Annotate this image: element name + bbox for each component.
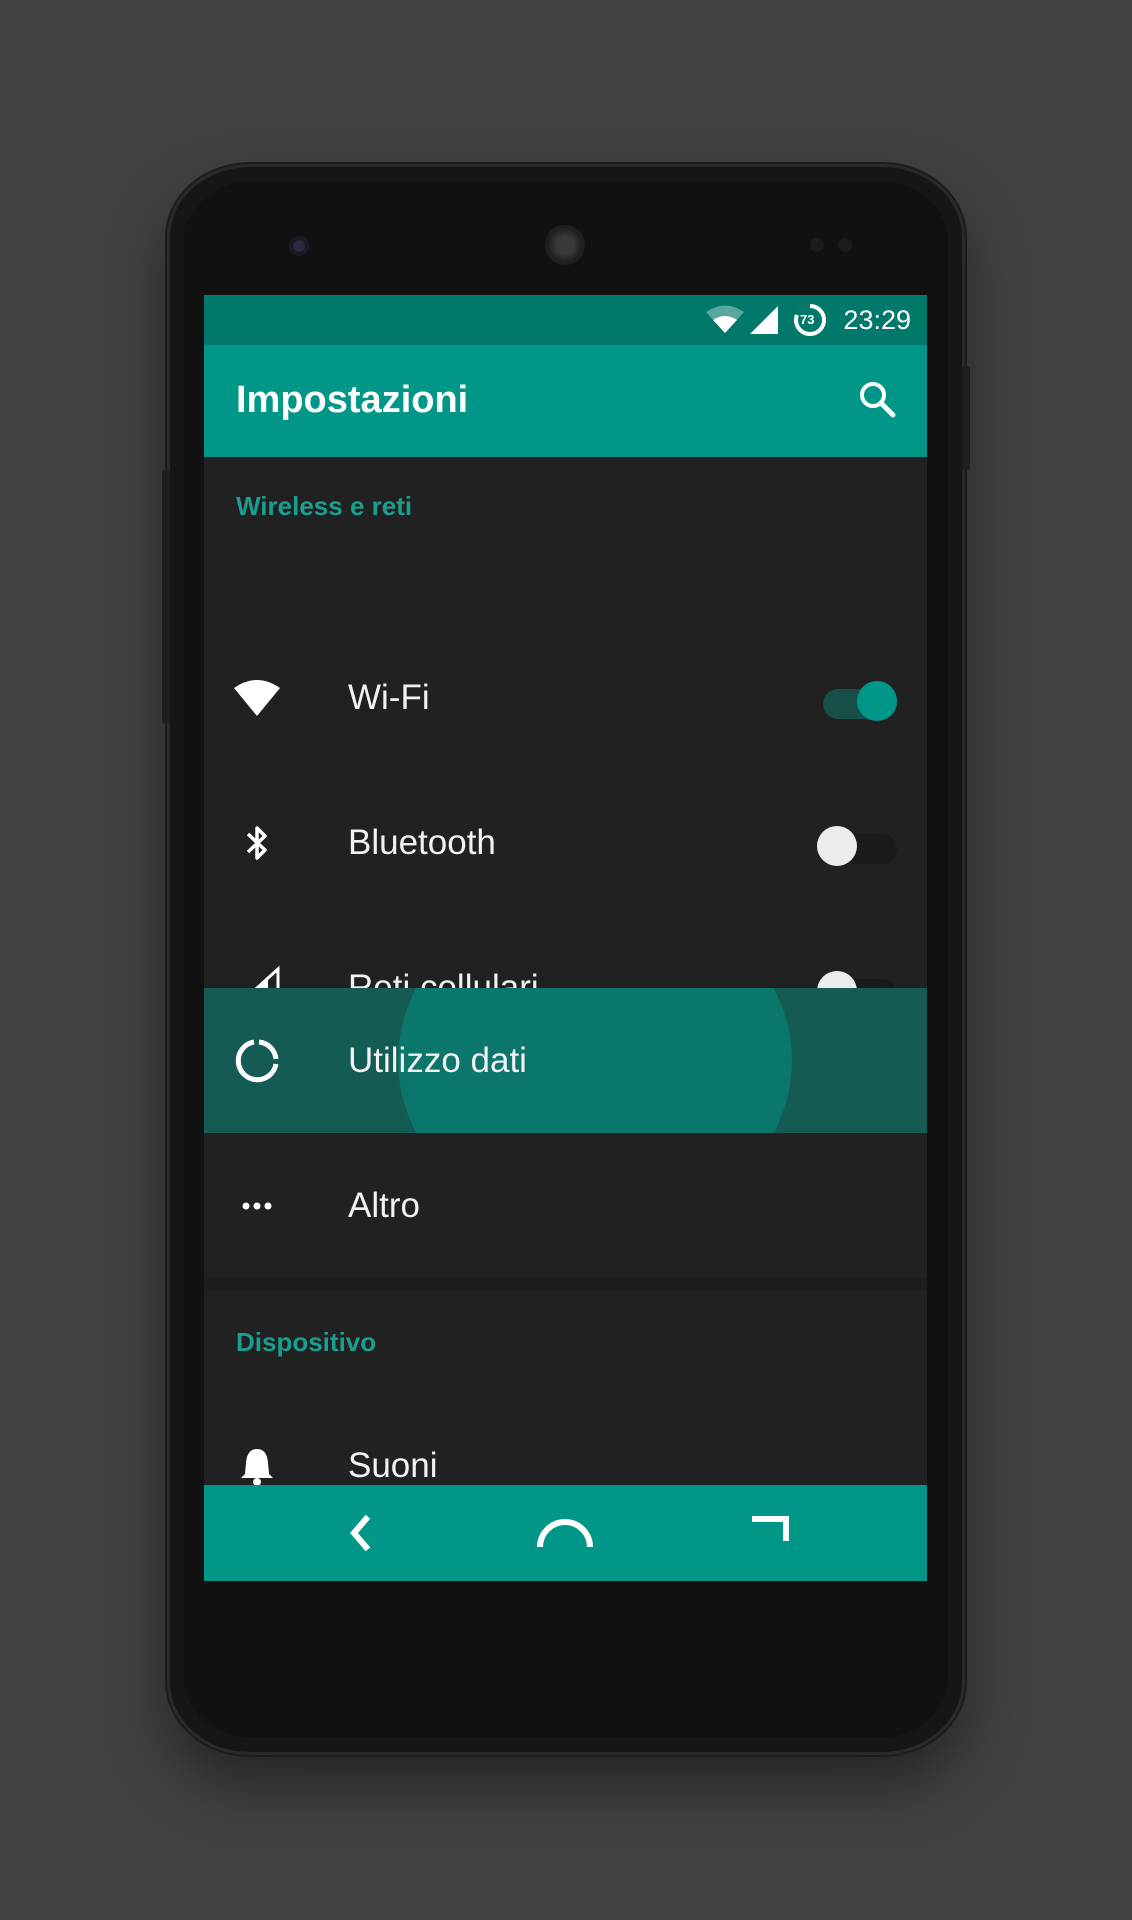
screen: 73 23:29 Impostazioni Wireless e reti Wi… (204, 295, 927, 1581)
bluetooth-icon (246, 825, 267, 860)
phone-side-button-left (162, 470, 170, 724)
search-button[interactable] (853, 375, 903, 425)
back-icon (350, 1514, 371, 1552)
home-button[interactable] (535, 1505, 595, 1561)
recents-button[interactable] (740, 1505, 800, 1561)
navigation-bar (204, 1485, 927, 1581)
recents-icon (752, 1516, 789, 1541)
phone-side-button-right (962, 366, 970, 470)
wifi-toggle[interactable] (817, 675, 897, 721)
toggle-thumb (817, 825, 857, 866)
earpiece-speaker (545, 225, 585, 265)
bell-icon (241, 1448, 273, 1486)
settings-item-label: Altro (348, 1185, 420, 1225)
settings-item-label: Bluetooth (348, 822, 496, 862)
settings-item-label: Wi-Fi (348, 677, 430, 717)
app-bar: Impostazioni (204, 345, 927, 457)
section-divider (204, 1278, 927, 1290)
settings-item-wifi[interactable]: Wi-Fi (204, 625, 927, 770)
status-bar: 73 23:29 (204, 295, 927, 345)
settings-item-more[interactable]: Altro (204, 1133, 927, 1278)
front-camera (289, 236, 309, 256)
settings-item-label: Suoni (348, 1445, 438, 1485)
section-header-wireless: Wireless e reti (236, 491, 413, 521)
settings-item-data-usage-pressed[interactable]: Utilizzo dati (204, 988, 927, 1133)
wifi-icon (234, 679, 280, 716)
more-dots-icon (242, 1202, 272, 1209)
battery-level: 73 (800, 312, 815, 327)
proximity-sensor (810, 238, 824, 252)
page-title: Impostazioni (236, 379, 469, 421)
status-time: 23:29 (843, 305, 911, 335)
settings-item-label: Utilizzo dati (348, 1040, 527, 1080)
cellular-signal-icon (750, 306, 778, 334)
home-icon (537, 1519, 593, 1548)
bluetooth-toggle[interactable] (817, 820, 897, 866)
light-sensor (838, 238, 852, 252)
section-header-device: Dispositivo (236, 1327, 377, 1357)
back-button[interactable] (330, 1505, 390, 1561)
settings-item-bluetooth[interactable]: Bluetooth (204, 770, 927, 915)
search-icon (860, 382, 896, 418)
toggle-thumb (857, 680, 897, 721)
wifi-icon (706, 305, 744, 333)
data-usage-icon (235, 1039, 279, 1082)
